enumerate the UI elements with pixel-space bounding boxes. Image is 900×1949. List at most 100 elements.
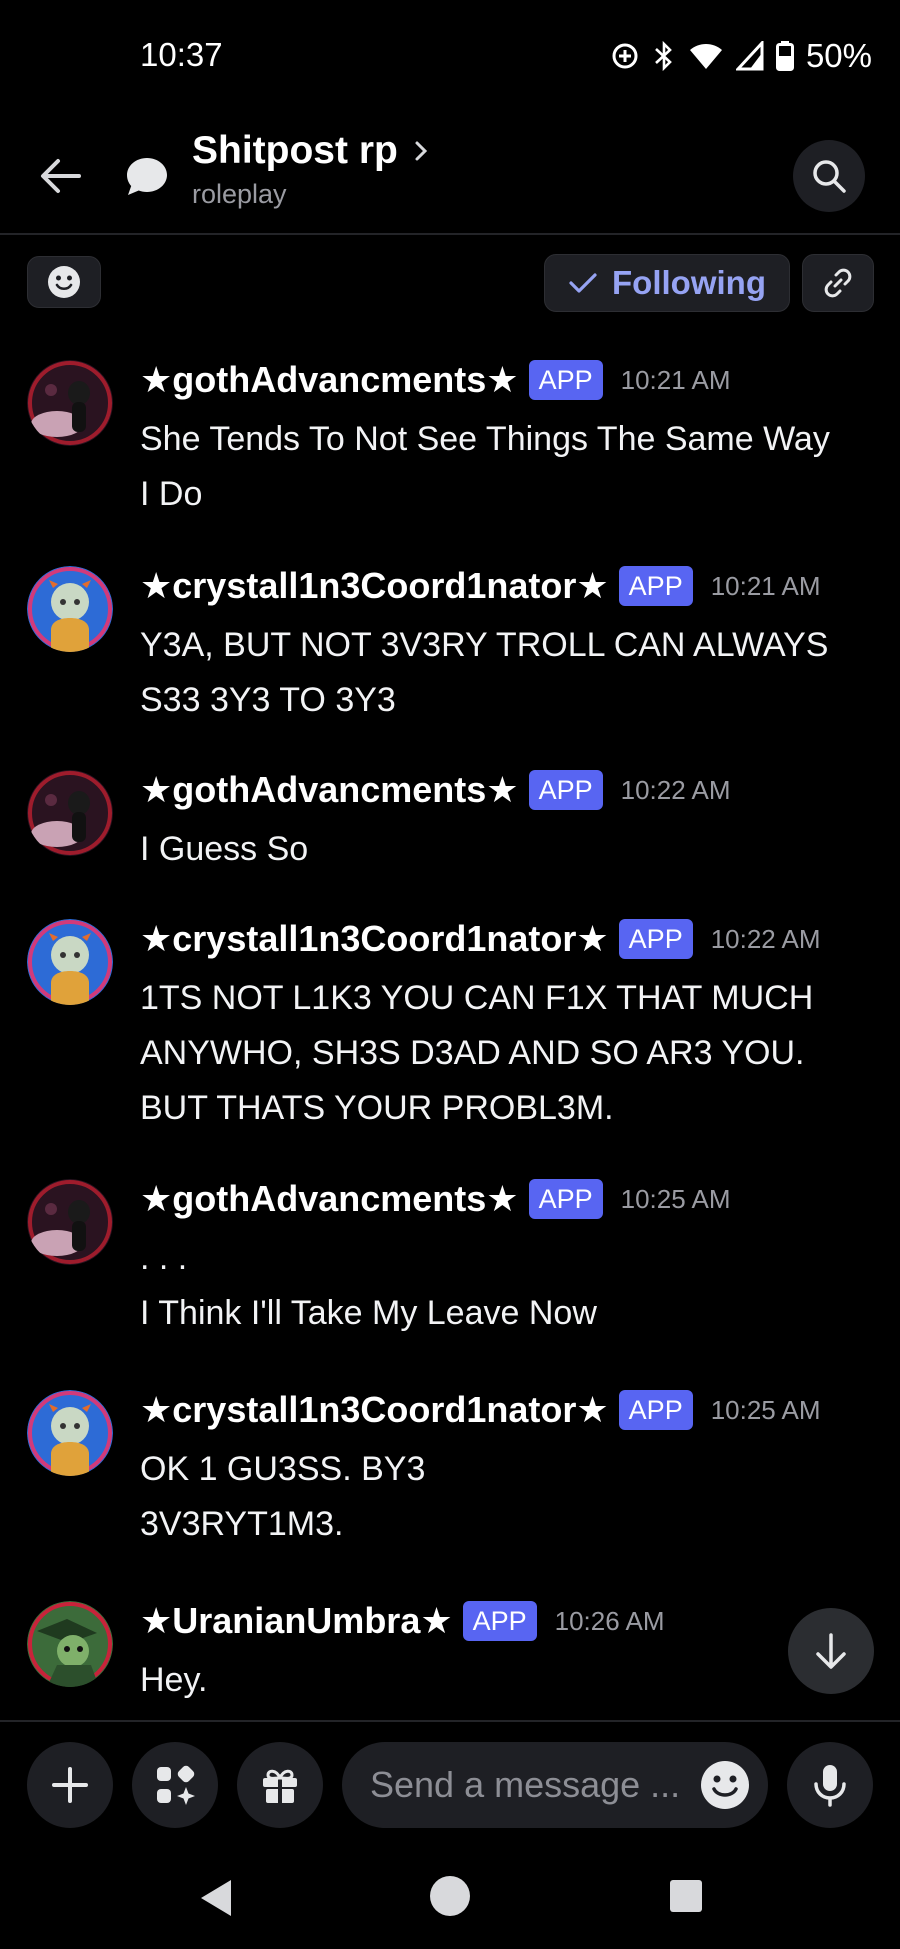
status-time: 10:37 xyxy=(140,36,223,73)
copy-link-button[interactable] xyxy=(802,254,874,312)
nav-home-icon[interactable] xyxy=(428,1874,472,1918)
system-nav-bar xyxy=(0,1848,900,1949)
status-icons: 50% xyxy=(610,36,872,76)
message-header: ★gothAdvancments★ APP 10:22 AM xyxy=(140,764,730,816)
apps-icon xyxy=(157,1765,195,1805)
apps-button[interactable] xyxy=(132,1742,218,1828)
message-line: S33 3Y3 TO 3Y3 xyxy=(140,681,396,719)
gift-button[interactable] xyxy=(237,1742,323,1828)
message-list[interactable]: ★gothAdvancments★ APP 10:21 AM She Tends… xyxy=(0,350,900,1718)
message-header: ★UranianUmbra★ APP 10:26 AM xyxy=(140,1595,665,1647)
message-header: ★gothAdvancments★ APP 10:25 AM xyxy=(140,1173,730,1225)
message-line: ANYWHO, SH3S D3AD AND SO AR3 YOU. xyxy=(140,1034,805,1072)
cell-signal-icon xyxy=(735,41,764,71)
gift-icon xyxy=(263,1769,297,1803)
channel-title-block[interactable]: Shitpost rp roleplay xyxy=(192,129,428,210)
avatar-goth[interactable] xyxy=(27,360,113,446)
checkmark-icon xyxy=(569,273,597,293)
add-attachment-button[interactable] xyxy=(27,1742,113,1828)
message-line: Y3A, BUT NOT 3V3RY TROLL CAN ALWAYS xyxy=(140,626,829,664)
message-line: . . . xyxy=(140,1239,188,1277)
message-content: Hey. xyxy=(140,1653,880,1708)
username[interactable]: ★gothAdvancments★ xyxy=(140,769,519,811)
thread-actions: Following xyxy=(0,250,900,314)
chevron-right-icon xyxy=(415,141,428,161)
username[interactable]: ★crystall1n3Coord1nator★ xyxy=(140,918,609,960)
message-content: . . . I Think I'll Take My Leave Now xyxy=(140,1231,880,1341)
voice-message-button[interactable] xyxy=(787,1742,873,1828)
channel-header: Shitpost rp roleplay xyxy=(0,115,900,235)
username[interactable]: ★crystall1n3Coord1nator★ xyxy=(140,565,609,607)
app-badge: APP xyxy=(618,919,693,959)
avatar-uranian[interactable] xyxy=(27,1601,113,1687)
emoji-icon[interactable] xyxy=(700,1760,750,1810)
username[interactable]: ★gothAdvancments★ xyxy=(140,1178,519,1220)
app-badge: APP xyxy=(528,360,603,400)
message-content: OK 1 GU3SS. BY3 3V3RYT1M3. xyxy=(140,1442,880,1552)
message-line: I Guess So xyxy=(140,830,309,868)
message-header: ★crystall1n3Coord1nator★ APP 10:25 AM xyxy=(140,1384,821,1436)
timestamp: 10:25 AM xyxy=(620,1183,731,1214)
smiley-icon xyxy=(48,266,80,298)
battery-icon xyxy=(775,41,794,71)
avatar-goth[interactable] xyxy=(27,770,113,856)
message-line: 1TS NOT L1K3 YOU CAN F1X THAT MUCH xyxy=(140,979,814,1017)
message-line: 3V3RYT1M3. xyxy=(140,1505,344,1543)
message-input-placeholder: Send a message ... xyxy=(370,1764,681,1805)
message-content: I Guess So xyxy=(140,822,880,877)
battery-percent: 50% xyxy=(805,37,872,74)
message-line: Hey. xyxy=(140,1661,208,1699)
message-header: ★crystall1n3Coord1nator★ APP 10:22 AM xyxy=(140,913,821,965)
app-badge: APP xyxy=(462,1601,537,1641)
app-badge: APP xyxy=(528,1179,603,1219)
search-button[interactable] xyxy=(793,140,865,212)
timestamp: 10:26 AM xyxy=(554,1605,665,1636)
avatar-goth[interactable] xyxy=(27,1179,113,1265)
message-content: Y3A, BUT NOT 3V3RY TROLL CAN ALWAYS S33 … xyxy=(140,618,880,728)
username[interactable]: ★gothAdvancments★ xyxy=(140,359,519,401)
thread-chat-icon xyxy=(127,158,167,195)
search-icon xyxy=(813,160,846,193)
username[interactable]: ★crystall1n3Coord1nator★ xyxy=(140,1389,609,1431)
message-line: BUT THATS YOUR PROBL3M. xyxy=(140,1089,614,1127)
microphone-icon xyxy=(814,1765,846,1807)
timestamp: 10:22 AM xyxy=(710,923,821,954)
username[interactable]: ★UranianUmbra★ xyxy=(140,1600,453,1642)
message-line: OK 1 GU3SS. BY3 xyxy=(140,1450,426,1488)
message-line: She Tends To Not See Things The Same Way xyxy=(140,420,830,458)
nav-recents-icon[interactable] xyxy=(668,1878,704,1914)
app-badge: APP xyxy=(618,566,693,606)
plus-icon xyxy=(52,1767,88,1803)
reaction-button[interactable] xyxy=(27,256,101,308)
link-icon xyxy=(824,268,852,298)
channel-title: Shitpost rp xyxy=(192,129,398,172)
avatar-crystal[interactable] xyxy=(27,566,113,652)
message-line: I Do xyxy=(140,475,203,513)
parent-channel-name: roleplay xyxy=(192,179,287,209)
message-input[interactable]: Send a message ... xyxy=(342,1742,768,1828)
wifi-icon xyxy=(689,44,722,69)
nav-back-icon[interactable] xyxy=(195,1876,235,1920)
message-header: ★crystall1n3Coord1nator★ APP 10:21 AM xyxy=(140,560,821,612)
status-bar: 10:37 50% xyxy=(0,0,900,115)
message-composer: Send a message ... xyxy=(0,1720,900,1846)
arrow-down-icon xyxy=(816,1633,846,1669)
following-label: Following xyxy=(612,264,766,301)
avatar-crystal[interactable] xyxy=(27,919,113,1005)
avatar-crystal[interactable] xyxy=(27,1390,113,1476)
message-content: 1TS NOT L1K3 YOU CAN F1X THAT MUCH ANYWH… xyxy=(140,971,880,1136)
app-badge: APP xyxy=(618,1390,693,1430)
jump-to-latest-button[interactable] xyxy=(788,1608,874,1694)
back-button[interactable] xyxy=(34,150,86,202)
timestamp: 10:22 AM xyxy=(620,774,731,805)
timestamp: 10:25 AM xyxy=(710,1394,821,1425)
timestamp: 10:21 AM xyxy=(710,570,821,601)
back-arrow-icon xyxy=(41,159,81,193)
message-content: She Tends To Not See Things The Same Way… xyxy=(140,412,880,522)
following-button[interactable]: Following xyxy=(544,254,790,312)
message-line: I Think I'll Take My Leave Now xyxy=(140,1294,597,1332)
timestamp: 10:21 AM xyxy=(620,364,731,395)
message-header: ★gothAdvancments★ APP 10:21 AM xyxy=(140,354,730,406)
app-badge: APP xyxy=(528,770,603,810)
data-saver-icon xyxy=(612,43,638,69)
